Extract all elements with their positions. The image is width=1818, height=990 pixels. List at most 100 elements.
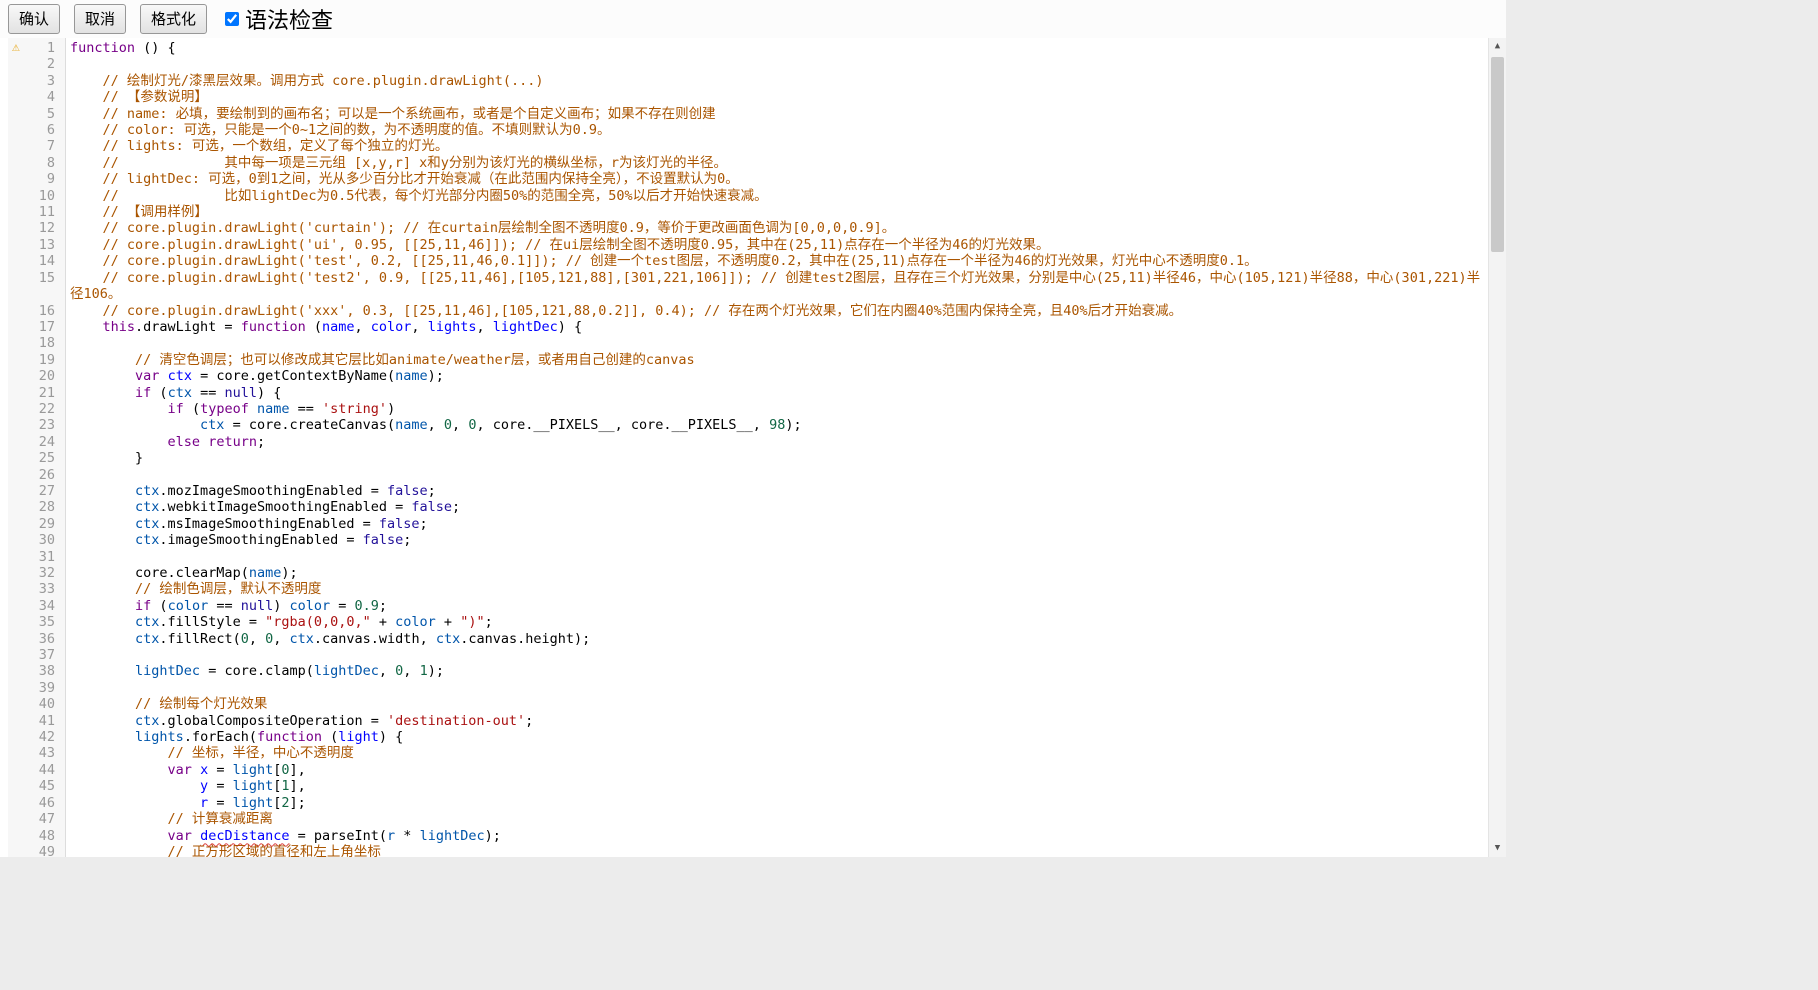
confirm-button[interactable]: 确认 — [8, 4, 60, 34]
code-line[interactable]: 22 if (typeof name == 'string') — [8, 401, 1489, 417]
scroll-up-arrow-icon[interactable]: ▲ — [1489, 38, 1506, 55]
scrollbar-thumb[interactable] — [1491, 57, 1504, 252]
code-line[interactable]: 3 // 绘制灯光/漆黑层效果。调用方式 core.plugin.drawLig… — [8, 73, 1489, 89]
line-number: 48 — [8, 828, 66, 844]
code-line-text: // core.plugin.drawLight('xxx', 0.3, [[2… — [66, 303, 1489, 319]
syntax-check-label: 语法检查 — [245, 3, 333, 35]
code-line[interactable]: 48 var decDistance = parseInt(r * lightD… — [8, 828, 1489, 844]
code-line[interactable]: 6 // color: 可选，只能是一个0~1之间的数，为不透明度的值。不填则默… — [8, 122, 1489, 138]
code-line[interactable]: 44 var x = light[0], — [8, 762, 1489, 778]
line-number: 23 — [8, 417, 66, 433]
line-number: 34 — [8, 598, 66, 614]
code-line[interactable]: 42 lights.forEach(function (light) { — [8, 729, 1489, 745]
code-line[interactable]: 21 if (ctx == null) { — [8, 385, 1489, 401]
code-line-text: // 【参数说明】 — [66, 89, 1489, 105]
code-line[interactable]: 33 // 绘制色调层，默认不透明度 — [8, 581, 1489, 597]
line-number: 5 — [8, 106, 66, 122]
code-line[interactable]: 16 // core.plugin.drawLight('xxx', 0.3, … — [8, 303, 1489, 319]
code-line[interactable]: 32 core.clearMap(name); — [8, 565, 1489, 581]
vertical-scrollbar[interactable]: ▲ ▼ — [1488, 38, 1506, 857]
code-line[interactable]: 20 var ctx = core.getContextByName(name)… — [8, 368, 1489, 384]
code-line[interactable]: 23 ctx = core.createCanvas(name, 0, 0, c… — [8, 417, 1489, 433]
code-line-text: ctx.globalCompositeOperation = 'destinat… — [66, 713, 1489, 729]
line-number: 12 — [8, 220, 66, 236]
syntax-check-checkbox[interactable] — [225, 12, 239, 26]
code-line[interactable]: 29 ctx.msImageSmoothingEnabled = false; — [8, 516, 1489, 532]
code-line[interactable]: 43 // 坐标，半径，中心不透明度 — [8, 745, 1489, 761]
code-line[interactable]: 46 r = light[2]; — [8, 795, 1489, 811]
line-number: 7 — [8, 138, 66, 154]
line-number: 45 — [8, 778, 66, 794]
code-line[interactable]: 28 ctx.webkitImageSmoothingEnabled = fal… — [8, 499, 1489, 515]
code-line[interactable]: 25 } — [8, 450, 1489, 466]
line-number: 21 — [8, 385, 66, 401]
code-line[interactable]: 37​ — [8, 647, 1489, 663]
code-line[interactable]: 40 // 绘制每个灯光效果 — [8, 696, 1489, 712]
code-line[interactable]: 31​ — [8, 549, 1489, 565]
code-line[interactable]: ⚠1function () { — [8, 40, 1489, 56]
code-line-text: core.clearMap(name); — [66, 565, 1489, 581]
code-line[interactable]: 24 else return; — [8, 434, 1489, 450]
cancel-button[interactable]: 取消 — [74, 4, 126, 34]
line-number: 10 — [8, 188, 66, 204]
code-line-text: } — [66, 450, 1489, 466]
code-line[interactable]: 49 // 正方形区域的直径和左上角坐标 — [8, 844, 1489, 857]
line-number: 6 — [8, 122, 66, 138]
scroll-down-arrow-icon[interactable]: ▼ — [1489, 840, 1506, 857]
code-line[interactable]: 15 // core.plugin.drawLight('test2', 0.9… — [8, 270, 1489, 303]
code-line[interactable]: 39​ — [8, 680, 1489, 696]
code-line-text: ctx.mozImageSmoothingEnabled = false; — [66, 483, 1489, 499]
code-line-text: r = light[2]; — [66, 795, 1489, 811]
code-editor[interactable]: ⚠1function () {2​3 // 绘制灯光/漆黑层效果。调用方式 co… — [8, 38, 1506, 857]
code-line-text: // 绘制每个灯光效果 — [66, 696, 1489, 712]
code-line[interactable]: 7 // lights: 可选，一个数组，定义了每个独立的灯光。 — [8, 138, 1489, 154]
line-number: 3 — [8, 73, 66, 89]
code-line[interactable]: 36 ctx.fillRect(0, 0, ctx.canvas.width, … — [8, 631, 1489, 647]
code-line[interactable]: 26​ — [8, 467, 1489, 483]
code-line-text: y = light[1], — [66, 778, 1489, 794]
line-number: 41 — [8, 713, 66, 729]
code-line[interactable]: 17 this.drawLight = function (name, colo… — [8, 319, 1489, 335]
line-number: 16 — [8, 303, 66, 319]
code-line-text: // color: 可选，只能是一个0~1之间的数，为不透明度的值。不填则默认为… — [66, 122, 1489, 138]
code-line[interactable]: 38 lightDec = core.clamp(lightDec, 0, 1)… — [8, 663, 1489, 679]
code-line[interactable]: 34 if (color == null) color = 0.9; — [8, 598, 1489, 614]
code-line-text: ctx.imageSmoothingEnabled = false; — [66, 532, 1489, 548]
toolbar: 确认 取消 格式化 语法检查 — [0, 0, 1506, 38]
code-line-text: // core.plugin.drawLight('test', 0.2, [[… — [66, 253, 1489, 269]
code-line[interactable]: 30 ctx.imageSmoothingEnabled = false; — [8, 532, 1489, 548]
code-line[interactable]: 4 // 【参数说明】 — [8, 89, 1489, 105]
line-number: 38 — [8, 663, 66, 679]
code-line[interactable]: 8 // 其中每一项是三元组 [x,y,r] x和y分别为该灯光的横纵坐标，r为… — [8, 155, 1489, 171]
code-line-text: ​ — [66, 335, 1489, 351]
line-number: 30 — [8, 532, 66, 548]
line-number: 44 — [8, 762, 66, 778]
code-line-text: // 清空色调层；也可以修改成其它层比如animate/weather层，或者用… — [66, 352, 1489, 368]
line-number: 18 — [8, 335, 66, 351]
code-line[interactable]: 11 // 【调用样例】 — [8, 204, 1489, 220]
line-number: 49 — [8, 844, 66, 857]
code-line-text: ctx.fillRect(0, 0, ctx.canvas.width, ctx… — [66, 631, 1489, 647]
code-line[interactable]: 10 // 比如lightDec为0.5代表，每个灯光部分内圈50%的范围全亮，… — [8, 188, 1489, 204]
code-line-text: ​ — [66, 680, 1489, 696]
code-line-text: ctx.fillStyle = "rgba(0,0,0," + color + … — [66, 614, 1489, 630]
code-line[interactable]: 19 // 清空色调层；也可以修改成其它层比如animate/weather层，… — [8, 352, 1489, 368]
line-number: 35 — [8, 614, 66, 630]
code-line[interactable]: 12 // core.plugin.drawLight('curtain'); … — [8, 220, 1489, 236]
code-line[interactable]: 9 // lightDec: 可选，0到1之间，光从多少百分比才开始衰减（在此范… — [8, 171, 1489, 187]
code-line[interactable]: 18​ — [8, 335, 1489, 351]
code-line[interactable]: 5 // name: 必填，要绘制到的画布名；可以是一个系统画布，或者是个自定义… — [8, 106, 1489, 122]
code-line[interactable]: 45 y = light[1], — [8, 778, 1489, 794]
line-number: 37 — [8, 647, 66, 663]
code-line[interactable]: 14 // core.plugin.drawLight('test', 0.2,… — [8, 253, 1489, 269]
code-line[interactable]: 27 ctx.mozImageSmoothingEnabled = false; — [8, 483, 1489, 499]
line-number: 27 — [8, 483, 66, 499]
code-line[interactable]: 13 // core.plugin.drawLight('ui', 0.95, … — [8, 237, 1489, 253]
code-line[interactable]: 2​ — [8, 56, 1489, 72]
format-button[interactable]: 格式化 — [140, 4, 207, 34]
code-line[interactable]: 47 // 计算衰减距离 — [8, 811, 1489, 827]
code-line[interactable]: 35 ctx.fillStyle = "rgba(0,0,0," + color… — [8, 614, 1489, 630]
line-number: 32 — [8, 565, 66, 581]
line-number: 15 — [8, 270, 66, 286]
code-line[interactable]: 41 ctx.globalCompositeOperation = 'desti… — [8, 713, 1489, 729]
